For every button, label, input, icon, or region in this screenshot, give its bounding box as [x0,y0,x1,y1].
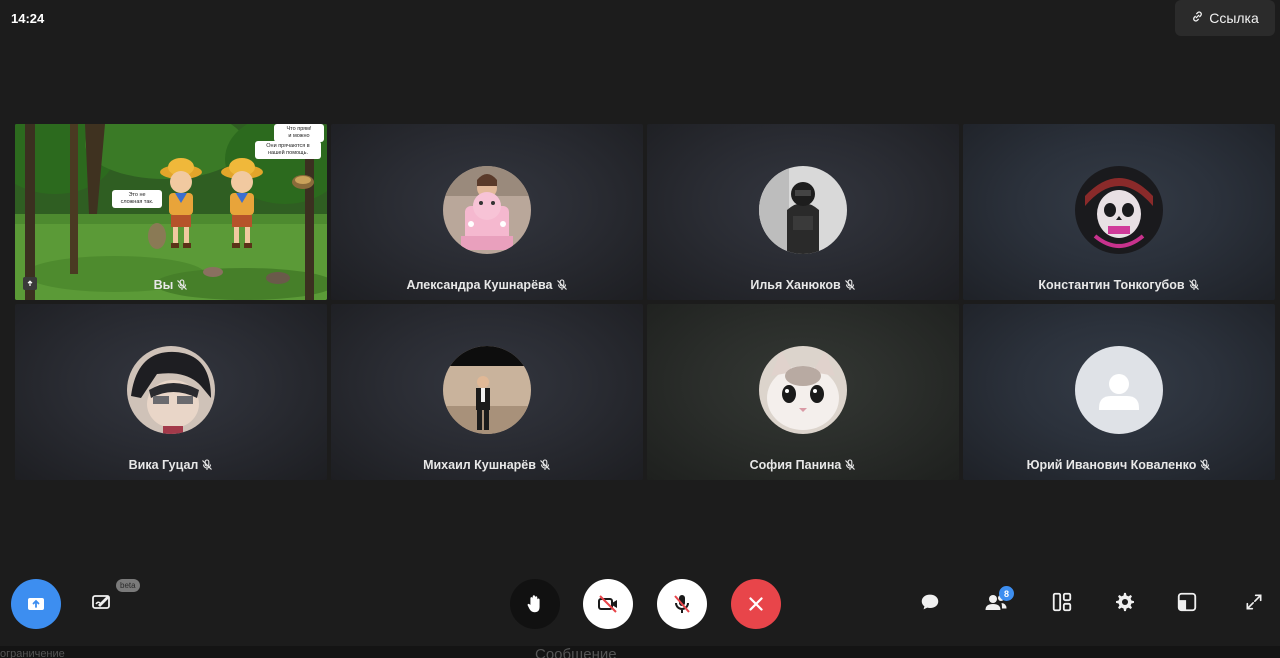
participant-tile[interactable]: София Панина [647,304,959,480]
avatar [759,346,847,434]
background-text: ограничение [0,648,65,658]
expand-icon [1244,592,1264,617]
microphone-toggle-button[interactable] [657,579,707,629]
raise-hand-button[interactable] [510,579,560,629]
raise-hand-icon [524,593,546,615]
background-page-strip: ограничение Сообщение [0,646,1280,658]
draw-board-icon [90,590,114,619]
avatar [1075,166,1163,254]
participant-name: Михаил Кушнарёв [423,458,536,472]
whiteboard-button[interactable] [85,587,119,621]
participant-name: Вы [153,278,174,292]
link-icon [1191,10,1204,26]
bubble-line: нашей помощь. [268,150,308,156]
participant-tile[interactable]: Юрий Иванович Коваленко [963,304,1275,480]
participant-name-row: Михаил Кушнарёв [331,458,643,472]
clock: 14:24 [11,11,45,26]
participant-tile[interactable]: Илья Ханюков [647,124,959,300]
self-name-row: Вы [15,278,327,292]
close-icon [745,593,767,615]
participant-name: Илья Ханюков [750,278,841,292]
speech-bubble-right: Они прячаются в нашей помощь. [255,141,321,159]
picture-in-picture-button[interactable] [1170,587,1204,621]
chat-bubble-icon [919,591,941,618]
avatar [127,346,215,434]
participant-tile[interactable]: Константин Тонкогубов [963,124,1275,300]
camera-off-icon [596,592,620,616]
participants-count-badge: 8 [999,586,1014,601]
layout-button[interactable] [1045,587,1079,621]
microphone-off-icon [670,592,694,616]
bubble-line: сложная так. [120,199,154,205]
background-message-input: Сообщение [535,646,617,658]
participant-name-row: Юрий Иванович Коваленко [963,458,1275,472]
grid-layout-icon [1051,591,1073,618]
bubble-line: Что прям! [286,126,312,132]
participant-name-row: Вика Гуцал [15,458,327,472]
beta-badge: beta [116,579,140,592]
self-video-tile[interactable]: Это не сложная так. Что прям! и можно Он… [15,124,327,300]
chat-button[interactable] [913,587,947,621]
participant-name-row: Константин Тонкогубов [963,278,1275,292]
mic-off-icon [201,459,213,471]
default-user-avatar-icon [1075,346,1163,434]
bubble-line: Они прячаются в [266,143,310,149]
video-call-screen: 14:24 Ссылка Это не сложная так. Что пря… [0,0,1280,658]
participant-name: Константин Тонкогубов [1038,278,1185,292]
share-screen-button[interactable] [11,579,61,629]
fullscreen-button[interactable] [1237,587,1271,621]
participant-name: Александра Кушнарёва [406,278,553,292]
mic-off-icon [844,279,856,291]
bubble-line: Это не [128,192,146,198]
copy-link-label: Ссылка [1209,10,1259,26]
participant-name: Юрий Иванович Коваленко [1026,458,1197,472]
avatar [759,166,847,254]
speech-bubble-left: Это не сложная так. [112,190,162,208]
participant-name-row: Илья Ханюков [647,278,959,292]
camera-toggle-button[interactable] [583,579,633,629]
bubble-line: и можно [288,133,310,139]
participant-tile[interactable]: Михаил Кушнарёв [331,304,643,480]
participant-tile[interactable]: Александра Кушнарёва [331,124,643,300]
gear-icon [1114,591,1136,618]
settings-button[interactable] [1108,587,1142,621]
mic-off-icon [1188,279,1200,291]
avatar [443,346,531,434]
mic-off-icon [176,279,188,291]
mic-off-icon [1199,459,1211,471]
mic-off-icon [539,459,551,471]
speech-bubble-top-right: Что прям! и можно [274,124,324,142]
screen-share-icon [25,593,47,615]
window-mode-icon [1176,591,1198,618]
mic-off-icon [556,279,568,291]
end-call-button[interactable] [731,579,781,629]
mic-off-icon [844,459,856,471]
participant-name-row: София Панина [647,458,959,472]
avatar [443,166,531,254]
participant-name: София Панина [749,458,842,472]
participant-name: Вика Гуцал [128,458,199,472]
copy-link-button[interactable]: Ссылка [1175,0,1275,36]
participant-name-row: Александра Кушнарёва [331,278,643,292]
participant-tile[interactable]: Вика Гуцал [15,304,327,480]
